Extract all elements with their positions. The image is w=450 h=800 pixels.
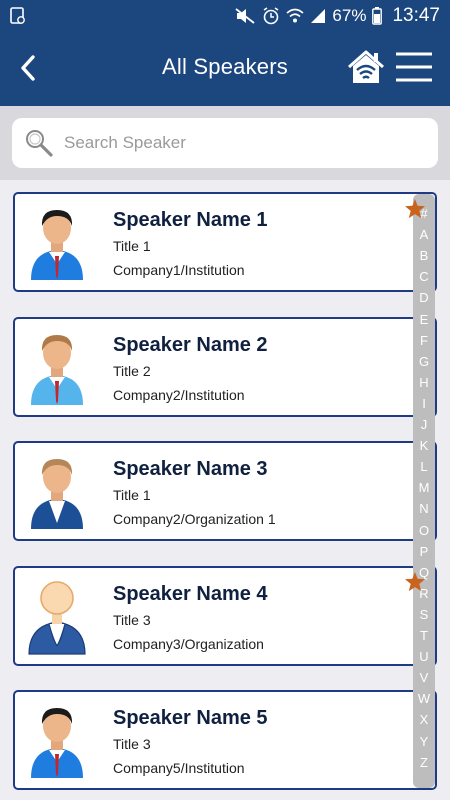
alphabet-index-letter[interactable]: L: [413, 459, 435, 475]
search-input[interactable]: [64, 133, 404, 153]
speaker-name: Speaker Name 4: [113, 583, 268, 605]
speaker-avatar: [31, 708, 83, 778]
speaker-info: Speaker Name 4 Title 3 Company3/Organiza…: [113, 582, 268, 653]
alphabet-index-letter[interactable]: C: [413, 269, 435, 285]
home-button[interactable]: [346, 48, 386, 86]
speaker-info: Speaker Name 5 Title 3 Company5/Institut…: [113, 706, 268, 777]
alphabet-index-letter[interactable]: K: [413, 438, 435, 454]
speaker-name: Speaker Name 1: [113, 209, 268, 231]
speaker-name: Speaker Name 2: [113, 334, 268, 356]
search-box[interactable]: [12, 118, 438, 168]
alphabet-index-letter[interactable]: G: [413, 354, 435, 370]
signal-icon: [311, 9, 326, 23]
speaker-card[interactable]: Speaker Name 5 Title 3 Company5/Institut…: [13, 690, 437, 790]
speaker-list: Speaker Name 1 Title 1 Company1/Institut…: [0, 180, 450, 800]
alphabet-index-letter[interactable]: O: [413, 523, 435, 539]
speaker-company: Company3/Organization: [113, 636, 264, 652]
speaker-avatar: [31, 335, 83, 405]
speaker-company: Company1/Institution: [113, 262, 245, 278]
alphabet-index-letter[interactable]: I: [413, 396, 435, 412]
alphabet-index-letter[interactable]: U: [413, 649, 435, 665]
alphabet-index-letter[interactable]: J: [413, 417, 435, 433]
alphabet-index-letter[interactable]: V: [413, 670, 435, 686]
clock: 13:47: [392, 5, 440, 26]
search-area: [0, 106, 450, 180]
hamburger-menu-icon: [396, 52, 432, 82]
alphabet-index-letter[interactable]: Z: [413, 755, 435, 771]
wifi-icon: [286, 8, 304, 23]
speaker-title: Title 3: [113, 612, 151, 628]
alphabet-index-letter[interactable]: P: [413, 544, 435, 560]
speaker-avatar: [28, 581, 86, 655]
alphabet-index-letter[interactable]: H: [413, 375, 435, 391]
alphabet-index-letter[interactable]: N: [413, 501, 435, 517]
status-bar: 67% 13:47: [0, 0, 450, 32]
favorite-star-icon[interactable]: [404, 571, 426, 593]
home-wifi-icon: [348, 50, 384, 83]
alarm-icon: [263, 7, 279, 25]
speaker-info: Speaker Name 2 Title 2 Company2/Institut…: [113, 333, 268, 404]
battery-icon: [372, 7, 383, 25]
alphabet-index-letter[interactable]: A: [413, 227, 435, 243]
alphabet-index-letter[interactable]: S: [413, 607, 435, 623]
speaker-info: Speaker Name 1 Title 1 Company1/Institut…: [113, 208, 268, 279]
search-icon: [26, 130, 53, 157]
alphabet-index[interactable]: # A B C D E F G H I J K L M N O P Q R S T U V W X Y Z: [413, 194, 435, 788]
alphabet-index-letter[interactable]: E: [413, 312, 435, 328]
mute-icon: [235, 8, 255, 24]
speaker-title: Title 3: [113, 736, 151, 752]
alphabet-index-letter[interactable]: F: [413, 333, 435, 349]
speaker-card[interactable]: Speaker Name 3 Title 1 Company2/Organiza…: [13, 441, 437, 541]
speaker-avatar: [31, 459, 83, 529]
speaker-card[interactable]: Speaker Name 2 Title 2 Company2/Institut…: [13, 317, 437, 417]
alphabet-index-letter[interactable]: D: [413, 290, 435, 306]
alphabet-index-letter[interactable]: T: [413, 628, 435, 644]
speaker-company: Company2/Organization 1: [113, 511, 276, 527]
speaker-info: Speaker Name 3 Title 1 Company2/Organiza…: [113, 457, 276, 528]
battery-percent: 67%: [332, 6, 367, 25]
sim-card-icon: [10, 7, 25, 24]
speaker-name: Speaker Name 5: [113, 707, 268, 729]
menu-button[interactable]: [394, 50, 434, 84]
speaker-title: Title 2: [113, 363, 151, 379]
speaker-title: Title 1: [113, 487, 151, 503]
speaker-avatar: [31, 210, 83, 280]
app-bar: All Speakers: [0, 32, 450, 106]
speaker-name: Speaker Name 3: [113, 458, 268, 480]
alphabet-index-letter[interactable]: X: [413, 712, 435, 728]
alphabet-index-letter[interactable]: W: [413, 691, 435, 707]
alphabet-index-letter[interactable]: Y: [413, 734, 435, 750]
alphabet-index-letter[interactable]: B: [413, 248, 435, 264]
speaker-company: Company5/Institution: [113, 760, 245, 776]
alphabet-index-letter[interactable]: M: [413, 480, 435, 496]
favorite-star-icon[interactable]: [404, 198, 426, 220]
speaker-card[interactable]: Speaker Name 4 Title 3 Company3/Organiza…: [13, 566, 437, 666]
speaker-title: Title 1: [113, 238, 151, 254]
speaker-card[interactable]: Speaker Name 1 Title 1 Company1/Institut…: [13, 192, 437, 292]
speaker-company: Company2/Institution: [113, 387, 245, 403]
